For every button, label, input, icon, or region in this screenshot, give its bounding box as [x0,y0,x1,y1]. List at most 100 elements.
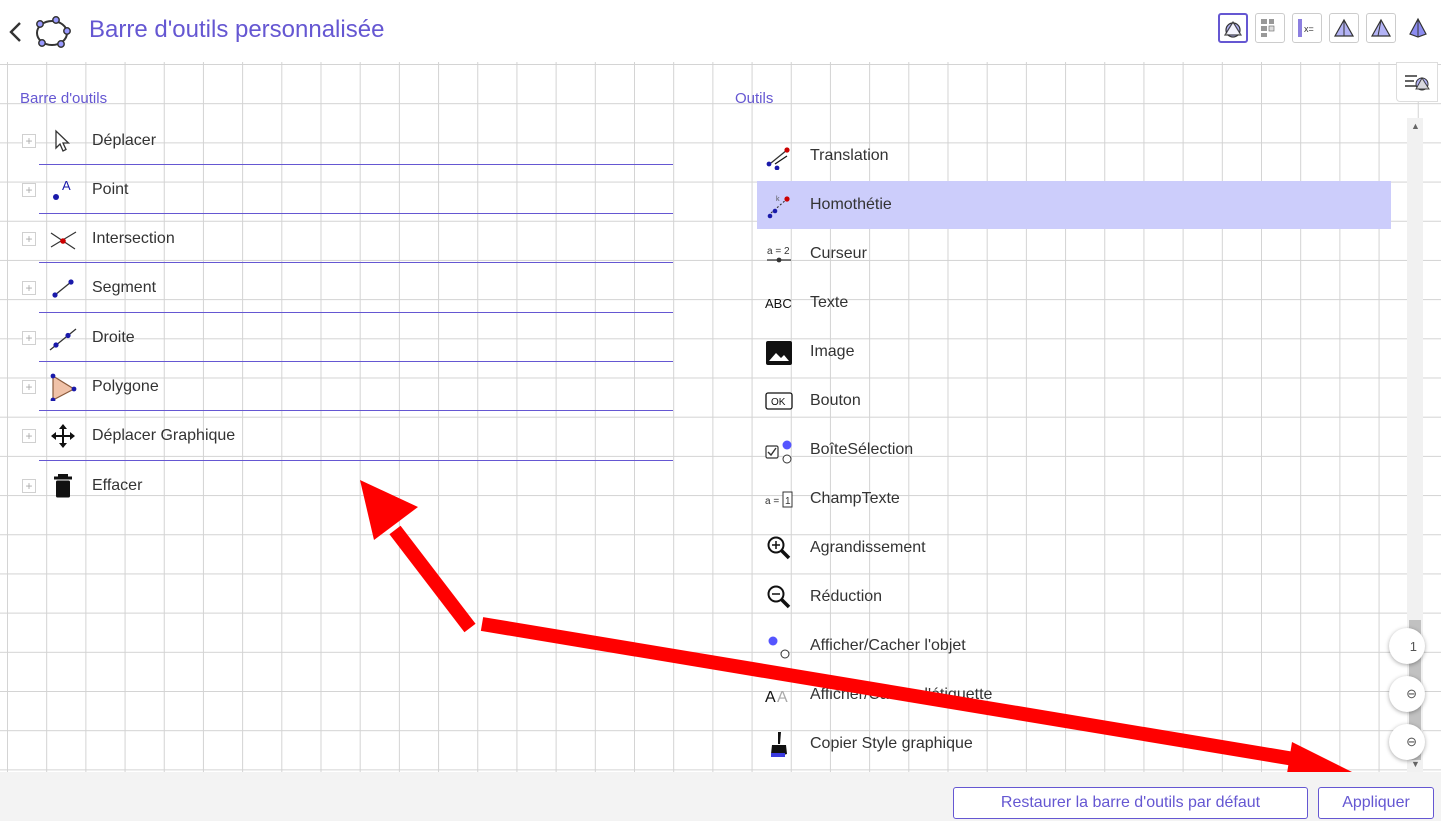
svg-text:ABC: ABC [765,296,792,311]
segment-icon [52,279,74,298]
spreadsheet-icon [1261,19,1275,37]
standard-view-button[interactable]: 1 [1389,628,1425,664]
toolbar-separator [39,262,673,263]
tool-item-show-hide-object[interactable]: Afficher/Cacher l'objet [757,622,1391,670]
expand-icon[interactable]: + [22,331,36,345]
toolbar-item-delete[interactable]: + Effacer [0,468,680,508]
toolbar-item-polygon[interactable]: + Polygone [0,369,680,409]
expand-icon[interactable]: + [22,479,36,493]
toolbar-item-label: Segment [92,279,157,296]
tool-item-label: Texte [810,294,849,311]
tool-item-translation[interactable]: Translation [757,132,1391,180]
expand-icon[interactable]: + [22,134,36,148]
algebra-icon: x= [1298,19,1314,37]
tool-item-label: Translation [810,147,889,164]
svg-text:k: k [776,196,780,203]
footer-bar: Restaurer la barre d'outils par défaut A… [0,772,1441,821]
toolbar-separator [39,312,673,313]
tool-item-dilation[interactable]: k Homothétie [757,181,1391,229]
tools-scrollbar[interactable]: ▲ ▼ [1407,118,1423,772]
delete-icon [54,474,72,498]
geogebra-logo-icon [36,16,71,48]
show-hide-label-icon: A A [765,689,788,706]
svg-text:a = 2: a = 2 [767,246,790,257]
toolbar-separator [39,460,673,461]
perspective-graphics-button[interactable] [1218,13,1248,43]
tool-item-text[interactable]: ABC Texte [757,279,1391,327]
svg-text:x=: x= [1304,24,1314,34]
apply-button[interactable]: Appliquer [1318,787,1434,819]
zoom-out-button[interactable]: ⊖ [1389,676,1425,712]
perspective-algebra-button[interactable]: x= [1292,13,1322,43]
tool-item-copy-visual-style[interactable]: Copier Style graphique [757,720,1391,768]
perspective-pyramid-button[interactable] [1403,13,1433,43]
style-bar-icon [1405,75,1430,91]
scroll-down-arrow-icon[interactable]: ▼ [1411,759,1420,769]
tools-list[interactable]: Translation k Homothétie a = 2 Curseur A… [735,118,1407,772]
toolbar-item-label: Effacer [92,477,143,494]
show-hide-object-icon [768,636,790,659]
expand-icon[interactable]: + [22,281,36,295]
move-arrow-icon [55,129,71,152]
line-icon [49,328,77,351]
style-bar-toggle-button[interactable] [1396,62,1438,102]
tool-item-label: Copier Style graphique [810,735,973,752]
toolbar-item-move[interactable]: + Déplacer [0,123,680,163]
back-chevron-icon[interactable] [6,18,26,46]
tool-item-label: Afficher/Cacher l'étiquette [810,686,993,703]
perspective-geometry-button[interactable] [1329,13,1359,43]
toolbar-item-line[interactable]: + Droite [0,320,680,360]
tool-item-checkbox[interactable]: BoîteSélection [757,426,1391,474]
tool-item-label: Afficher/Cacher l'objet [810,637,966,654]
polygon-icon [50,373,77,401]
svg-text:A: A [777,689,788,706]
expand-icon[interactable]: + [22,429,36,443]
checkbox-icon [765,440,792,464]
toolbar-item-label: Déplacer [92,132,157,149]
geometry-icon [1333,18,1355,37]
svg-text:OK: OK [771,397,786,408]
zoom-out-button-2[interactable]: ⊖ [1389,724,1425,760]
header: Barre d'outils personnalisée x= [0,0,1441,62]
page-title: Barre d'outils personnalisée [89,16,385,43]
toolbar-item-move-graphics[interactable]: + Déplacer Graphique [0,418,680,458]
expand-icon[interactable]: + [22,380,36,394]
perspective-3d-button[interactable] [1366,13,1396,43]
tool-item-label: Image [810,343,855,360]
expand-icon[interactable]: + [22,232,36,246]
intersection-icon [50,231,77,250]
tool-item-show-hide-label[interactable]: A A Afficher/Cacher l'étiquette [757,671,1391,719]
move-graphics-icon [51,424,75,448]
svg-text:1: 1 [785,496,791,507]
copy-visual-style-icon [771,732,787,757]
tool-item-button[interactable]: OK Bouton [757,377,1391,425]
tool-item-slider[interactable]: a = 2 Curseur [757,230,1391,278]
tool-item-label: BoîteSélection [810,441,914,458]
svg-text:A: A [62,178,71,193]
tool-item-image[interactable]: Image [757,328,1391,376]
toolbar-separator [39,361,673,362]
toolbar-item-label: Déplacer Graphique [92,427,236,444]
graphics-perspective-icon [1223,20,1243,38]
toolbar-item-point[interactable]: + A Point [0,172,680,212]
zoom-out-icon [767,585,791,609]
text-icon: ABC [765,296,792,311]
dilation-icon: k [767,196,790,219]
tool-item-input-box[interactable]: a = 1 ChampTexte [757,475,1391,523]
toolbar-separator [39,164,673,165]
expand-icon[interactable]: + [22,183,36,197]
pyramid-icon [1409,17,1427,38]
tool-item-label: Bouton [810,392,861,409]
scroll-up-arrow-icon[interactable]: ▲ [1411,121,1420,131]
tool-item-label: Réduction [810,588,883,605]
tool-item-zoom-out[interactable]: Réduction [757,573,1391,621]
toolbar-item-segment[interactable]: + Segment [0,270,680,310]
perspective-toolbar: x= [1218,13,1433,43]
zoom-in-icon [767,536,791,560]
tool-item-zoom-in[interactable]: Agrandissement [757,524,1391,572]
toolbar-item-label: Intersection [92,230,175,247]
perspective-spreadsheet-button[interactable] [1255,13,1285,43]
toolbar-item-intersection[interactable]: + Intersection [0,221,680,261]
tool-item-label: Agrandissement [810,539,926,556]
restore-default-toolbar-button[interactable]: Restaurer la barre d'outils par défaut [953,787,1308,819]
